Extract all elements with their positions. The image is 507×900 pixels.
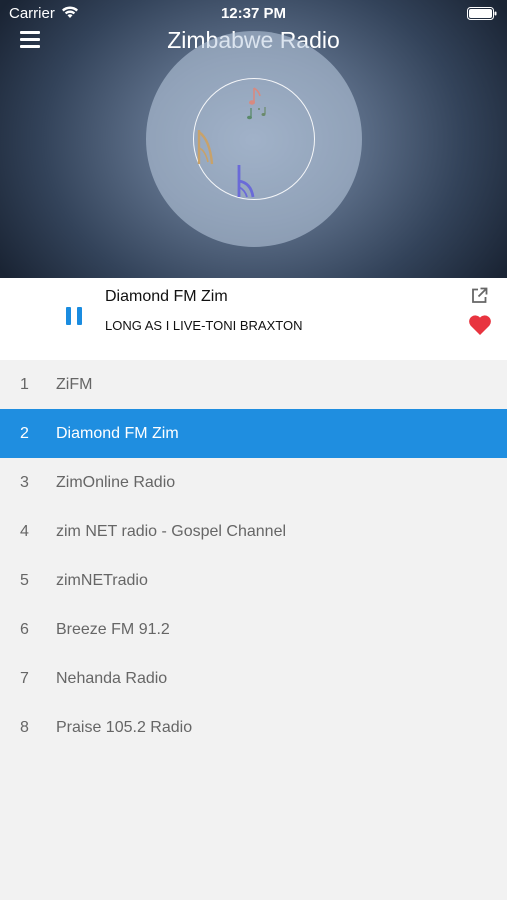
music-note-icon (247, 107, 266, 120)
station-row[interactable]: 8 Praise 105.2 Radio (0, 703, 507, 752)
music-note-icon (237, 165, 255, 198)
battery-icon (467, 7, 497, 20)
now-playing-track: LONG AS I LIVE-TONI BRAXTON (105, 318, 303, 333)
status-bar: Carrier 12:37 PM (0, 0, 507, 28)
pause-icon-bar (66, 307, 71, 325)
station-name: ZiFM (56, 375, 93, 393)
music-note-icon (249, 87, 261, 105)
station-row[interactable]: 5 zimNETradio (0, 556, 507, 605)
station-row[interactable]: 2 Diamond FM Zim (0, 409, 507, 458)
header-artwork: Carrier 12:37 PM Zimbabwe Radio (0, 0, 507, 278)
station-name: ZimOnline Radio (56, 473, 176, 491)
station-number: 8 (20, 718, 29, 736)
station-number: 1 (20, 375, 29, 393)
station-name: Diamond FM Zim (56, 424, 179, 442)
station-number: 3 (20, 473, 29, 491)
station-row[interactable]: 7 Nehanda Radio (0, 654, 507, 703)
station-row[interactable]: 1 ZiFM (0, 360, 507, 409)
station-name: Praise 105.2 Radio (56, 718, 193, 736)
station-number: 6 (20, 620, 29, 638)
now-playing-station: Diamond FM Zim (105, 288, 228, 305)
station-row[interactable]: 3 ZimOnline Radio (0, 458, 507, 507)
station-number: 5 (20, 571, 29, 589)
station-list: 1 ZiFM 2 Diamond FM Zim 3 ZimOnline Radio 4 zim… (0, 360, 507, 752)
station-name: zimNETradio (56, 571, 148, 589)
station-row[interactable]: 6 Breeze FM 91.2 (0, 605, 507, 654)
clock: 12:37 PM (220, 5, 287, 22)
station-name: Breeze FM 91.2 (56, 620, 170, 638)
pause-button[interactable] (66, 307, 83, 325)
station-number: 4 (20, 522, 29, 540)
station-name: Nehanda Radio (56, 669, 168, 687)
station-number: 7 (20, 669, 29, 687)
station-name: zim NET radio - Gospel Channel (56, 522, 287, 540)
station-number: 2 (20, 424, 29, 442)
music-note-icon (197, 130, 214, 165)
share-icon[interactable] (471, 287, 488, 304)
station-row[interactable]: 4 zim NET radio - Gospel Channel (0, 507, 507, 556)
pause-icon-bar (77, 307, 82, 325)
heart-icon[interactable] (468, 314, 492, 336)
